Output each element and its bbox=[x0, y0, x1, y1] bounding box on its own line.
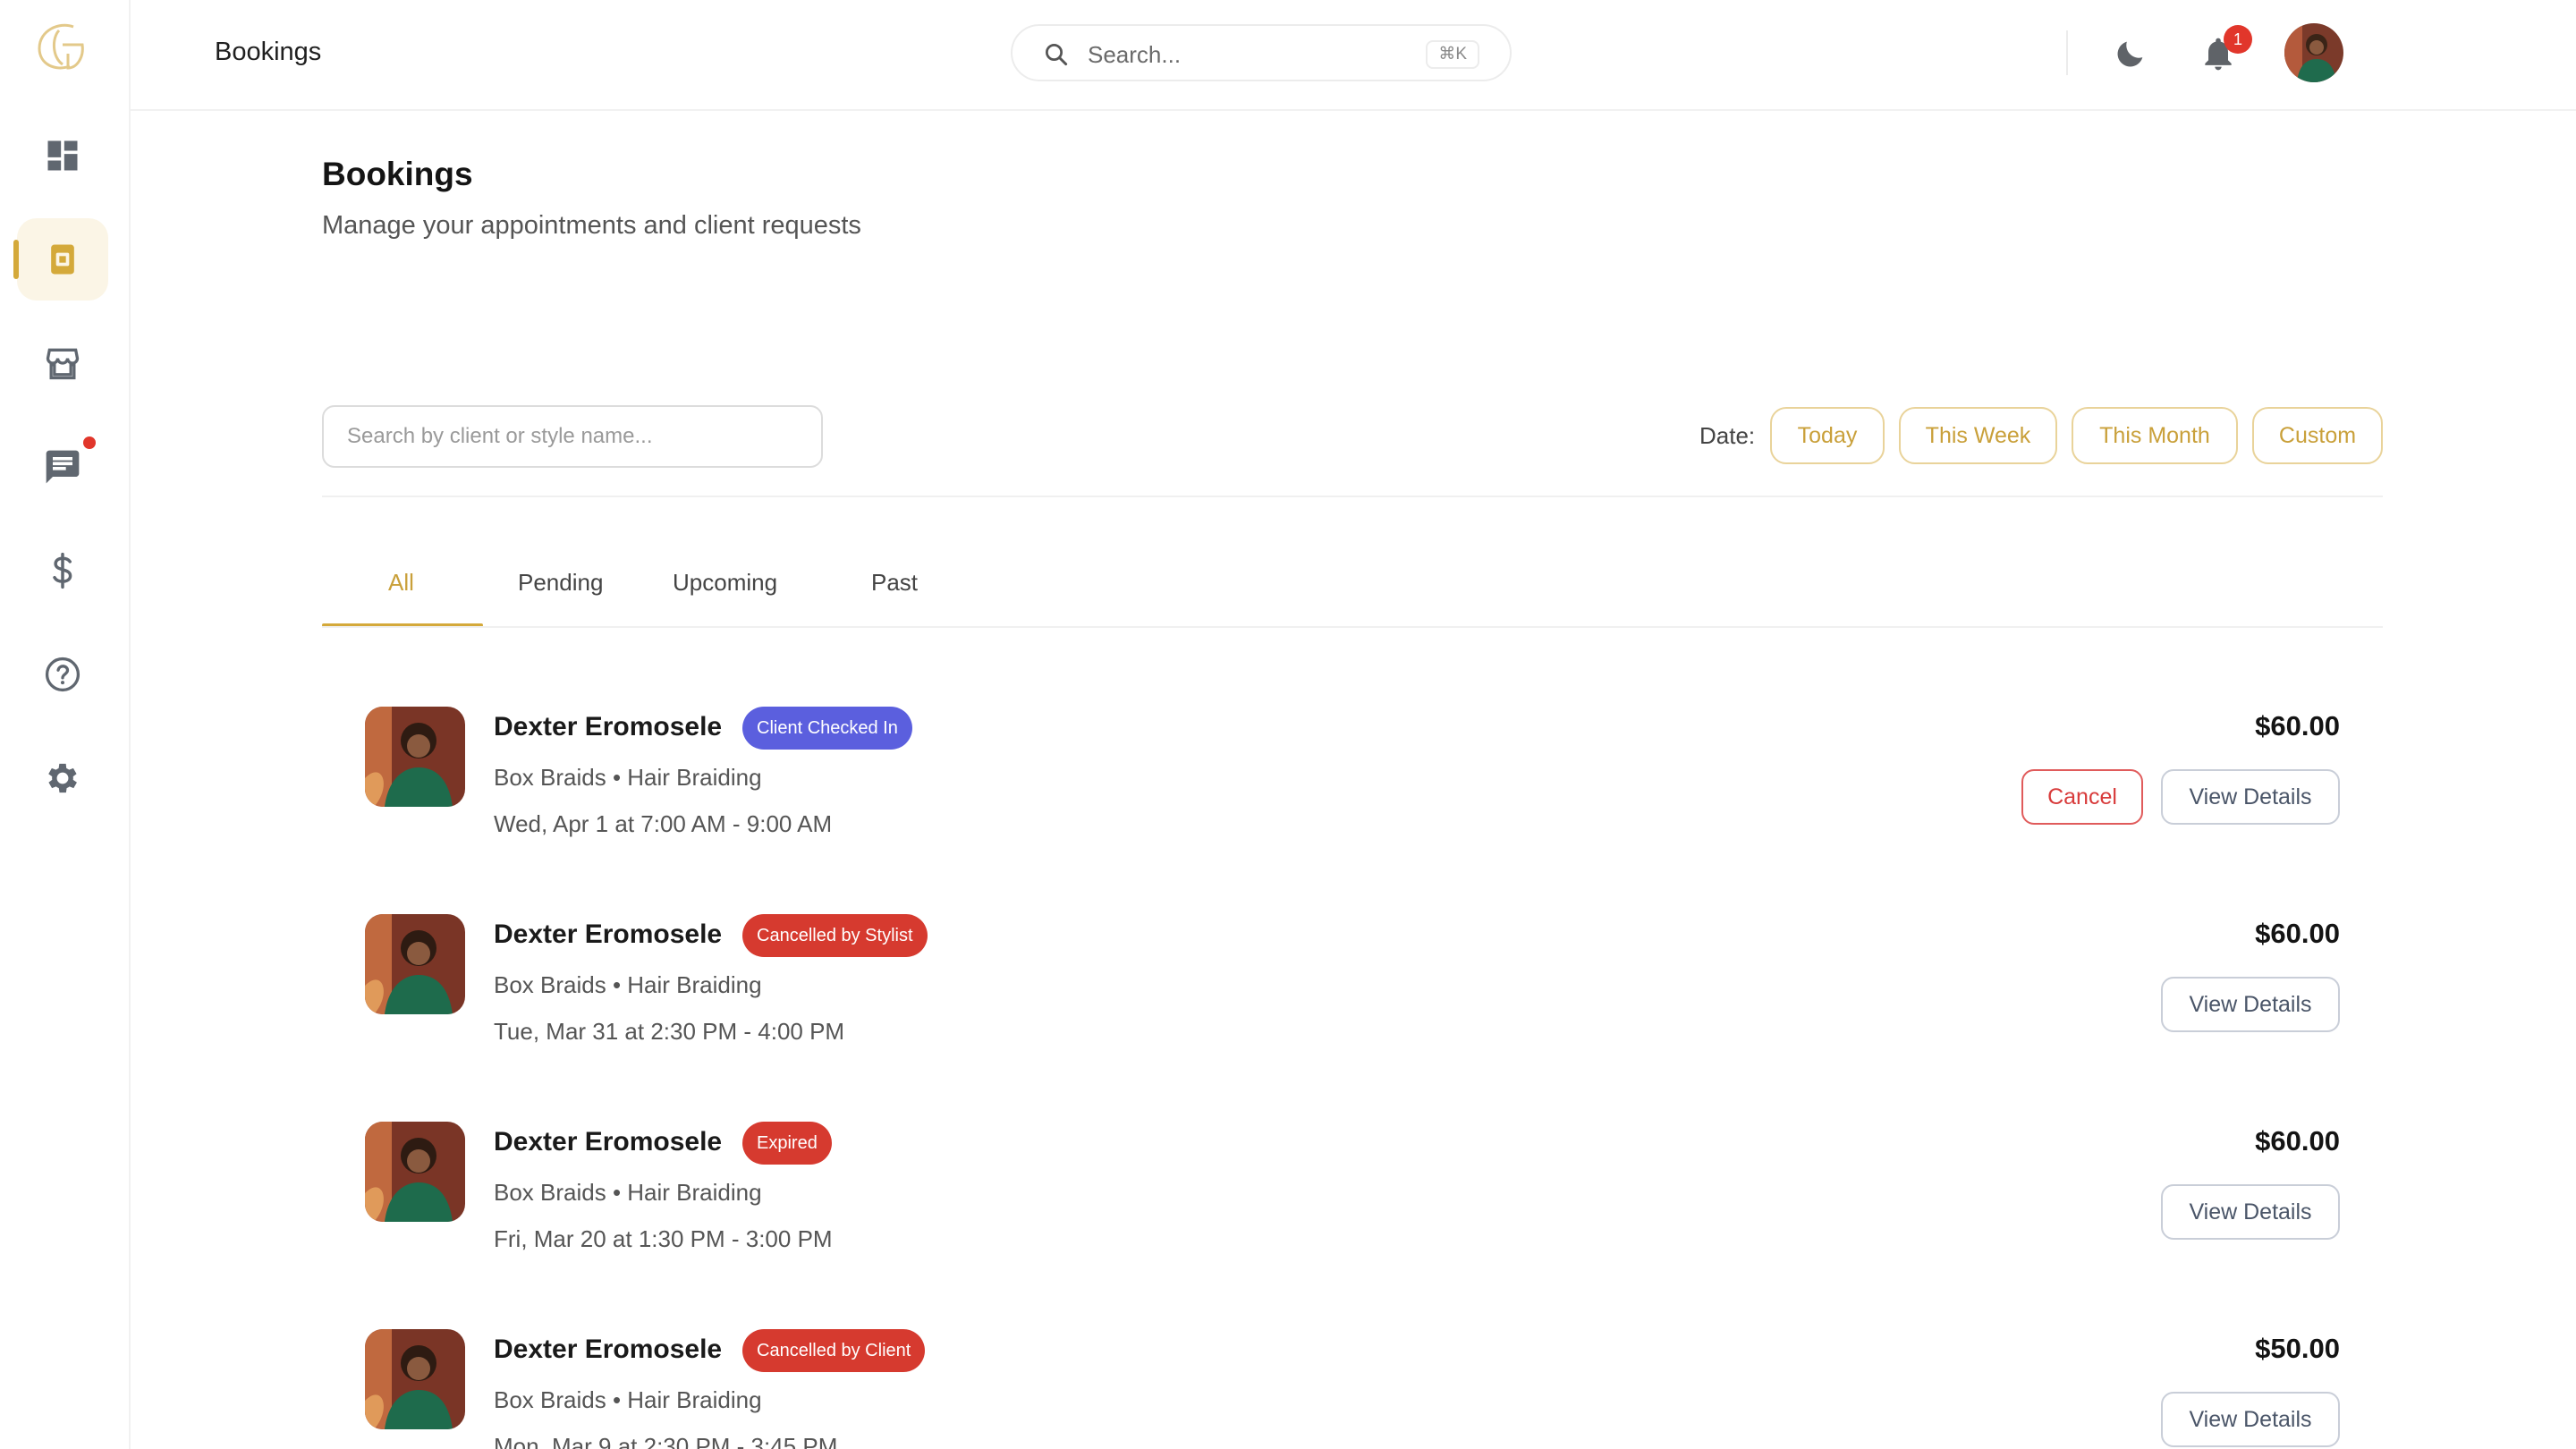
tab-pending[interactable]: Pending bbox=[518, 569, 603, 597]
sidebar bbox=[0, 0, 131, 1449]
view-details-button[interactable]: View Details bbox=[2161, 1392, 2340, 1447]
gear-icon bbox=[48, 763, 77, 793]
dollar-icon bbox=[53, 552, 72, 589]
client-name: Dexter Eromosele bbox=[494, 712, 723, 741]
booking-row[interactable]: Dexter Eromosele Cancelled by Client Box… bbox=[322, 1311, 2383, 1449]
store-icon bbox=[46, 348, 80, 380]
service-label: Box Braids • Hair Braiding bbox=[494, 764, 762, 791]
service-label: Box Braids • Hair Braiding bbox=[494, 1386, 762, 1413]
cancel-button[interactable]: Cancel bbox=[2021, 769, 2143, 825]
header-title: Bookings bbox=[215, 38, 322, 66]
client-name: Dexter Eromosele bbox=[494, 1335, 723, 1364]
sidebar-item-help[interactable] bbox=[17, 633, 108, 716]
user-avatar[interactable] bbox=[2284, 23, 2343, 82]
global-search[interactable]: Search... ⌘K bbox=[1011, 24, 1512, 81]
view-details-button[interactable]: View Details bbox=[2161, 1184, 2340, 1240]
booking-search-input[interactable]: Search by client or style name... bbox=[322, 405, 823, 468]
help-icon bbox=[45, 657, 80, 692]
active-indicator bbox=[13, 240, 19, 279]
client-photo bbox=[365, 707, 465, 807]
tab-all[interactable]: All bbox=[388, 569, 414, 597]
status-badge: Expired bbox=[742, 1122, 832, 1165]
view-details-button[interactable]: View Details bbox=[2161, 977, 2340, 1032]
booking-time: Fri, Mar 20 at 1:30 PM - 3:00 PM bbox=[494, 1225, 833, 1252]
sidebar-item-settings[interactable] bbox=[17, 737, 108, 819]
client-avatar bbox=[365, 707, 465, 807]
client-photo bbox=[365, 1122, 465, 1222]
service-label: Box Braids • Hair Braiding bbox=[494, 971, 762, 998]
sidebar-item-store[interactable] bbox=[17, 322, 108, 404]
booking-price: $50.00 bbox=[2255, 1333, 2340, 1364]
date-chip-today[interactable]: Today bbox=[1770, 407, 1885, 464]
booking-time: Tue, Mar 31 at 2:30 PM - 4:00 PM bbox=[494, 1018, 845, 1045]
booking-row[interactable]: Dexter Eromosele Client Checked In Box B… bbox=[322, 689, 2383, 868]
filter-divider bbox=[322, 496, 2383, 497]
dark-mode-toggle-icon[interactable] bbox=[2113, 36, 2148, 72]
client-avatar bbox=[365, 1329, 465, 1429]
messages-icon bbox=[46, 450, 80, 484]
unread-dot bbox=[83, 436, 96, 449]
search-placeholder: Search... bbox=[1088, 41, 1182, 68]
tabs-divider bbox=[322, 626, 2383, 628]
search-icon bbox=[1046, 44, 1068, 66]
brand-logo[interactable] bbox=[32, 18, 95, 75]
tab-upcoming[interactable]: Upcoming bbox=[673, 569, 777, 597]
status-badge: Cancelled by Stylist bbox=[742, 914, 928, 957]
client-name: Dexter Eromosele bbox=[494, 919, 723, 949]
page-subtitle: Manage your appointments and client requ… bbox=[322, 211, 861, 240]
booking-time: Wed, Apr 1 at 7:00 AM - 9:00 AM bbox=[494, 810, 833, 837]
page-title: Bookings bbox=[322, 156, 473, 192]
client-name: Dexter Eromosele bbox=[494, 1127, 723, 1157]
sidebar-item-dashboard[interactable] bbox=[17, 114, 108, 197]
booking-price: $60.00 bbox=[2255, 710, 2340, 741]
booking-price: $60.00 bbox=[2255, 1125, 2340, 1157]
date-chip-this-week[interactable]: This Week bbox=[1899, 407, 2057, 464]
status-badge: Cancelled by Client bbox=[742, 1329, 926, 1372]
tab-past[interactable]: Past bbox=[871, 569, 918, 597]
header-divider bbox=[2066, 30, 2068, 75]
service-label: Box Braids • Hair Braiding bbox=[494, 1179, 762, 1206]
date-filter-label: Date: bbox=[1699, 422, 1756, 449]
booking-row[interactable]: Dexter Eromosele Cancelled by Stylist Bo… bbox=[322, 896, 2383, 1075]
booking-row[interactable]: Dexter Eromosele Expired Box Braids • Ha… bbox=[322, 1104, 2383, 1283]
client-photo bbox=[365, 914, 465, 1014]
view-details-button[interactable]: View Details bbox=[2161, 769, 2340, 825]
date-chip-this-month[interactable]: This Month bbox=[2072, 407, 2238, 464]
notification-count-badge: 1 bbox=[2224, 25, 2252, 54]
bookings-icon bbox=[51, 244, 74, 275]
booking-price: $60.00 bbox=[2255, 918, 2340, 949]
sidebar-item-messages[interactable] bbox=[17, 426, 108, 508]
booking-time: Mon, Mar 9 at 2:30 PM - 3:45 PM bbox=[494, 1433, 838, 1449]
sidebar-item-bookings[interactable] bbox=[13, 218, 108, 301]
avatar-image bbox=[2284, 23, 2343, 82]
search-shortcut: ⌘K bbox=[1426, 40, 1479, 69]
status-badge: Client Checked In bbox=[742, 707, 912, 750]
client-avatar bbox=[365, 914, 465, 1014]
client-avatar bbox=[365, 1122, 465, 1222]
client-photo bbox=[365, 1329, 465, 1429]
sidebar-item-earnings[interactable] bbox=[17, 530, 108, 612]
date-chip-custom[interactable]: Custom bbox=[2252, 407, 2383, 464]
dashboard-icon bbox=[47, 140, 78, 171]
